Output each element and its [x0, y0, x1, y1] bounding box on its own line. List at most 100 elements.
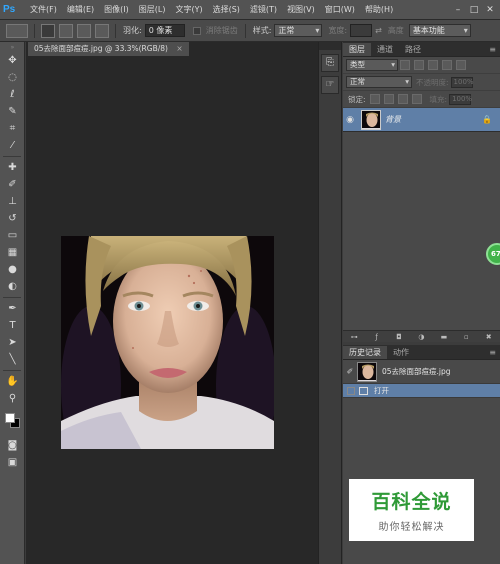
canvas-area[interactable] — [26, 56, 318, 564]
document-tab[interactable]: 05去除面部痘痘.jpg @ 33.3%(RGB/8) × — [28, 42, 189, 56]
menu-image[interactable]: 图像(I) — [99, 4, 134, 15]
delete-layer-icon[interactable]: ✖ — [485, 333, 493, 341]
menu-window[interactable]: 窗口(W) — [320, 4, 360, 15]
document-close-icon[interactable]: × — [176, 44, 182, 53]
minimize-button[interactable]: – — [451, 4, 465, 16]
filter-adjustment-icon[interactable] — [414, 60, 424, 70]
menu-help[interactable]: 帮助(H) — [360, 4, 398, 15]
lock-row: 锁定: 填充: 100% — [343, 91, 500, 108]
layer-thumbnail-image — [362, 110, 380, 129]
layer-style-icon[interactable]: ƒ — [373, 333, 381, 341]
lock-label: 锁定: — [348, 94, 366, 104]
new-selection-icon[interactable] — [41, 23, 55, 38]
divider — [115, 23, 116, 38]
width-input[interactable] — [350, 24, 373, 37]
add-mask-icon[interactable]: ◘ — [395, 333, 403, 341]
tool-preset-picker[interactable] — [6, 23, 28, 38]
lock-transparent-icon[interactable] — [369, 94, 380, 104]
zoom-tool-icon[interactable]: ⚲ — [0, 390, 25, 407]
color-swatches[interactable] — [0, 407, 25, 437]
fill-input[interactable]: 100% — [449, 93, 472, 105]
tab-actions[interactable]: 动作 — [387, 346, 415, 359]
menu-file[interactable]: 文件(F) — [25, 4, 62, 15]
filter-pixel-icon[interactable] — [400, 60, 410, 70]
visibility-eye-icon[interactable]: ◉ — [343, 115, 357, 125]
menu-layer[interactable]: 图层(L) — [134, 4, 171, 15]
workspace-select[interactable]: 基本功能 — [408, 24, 471, 37]
history-panel-icon[interactable]: ⎘ — [321, 54, 339, 72]
quick-mask-icon[interactable]: ◙ — [0, 437, 25, 454]
tab-channels[interactable]: 通道 — [371, 43, 399, 56]
layer-filter-select[interactable]: 类型 — [346, 59, 398, 71]
history-snapshot[interactable]: ✐ 05去除面部痘痘.jpg — [343, 360, 500, 384]
panel-menu-icon[interactable]: ≡ — [489, 346, 496, 359]
marquee-tool-icon[interactable]: ◌ — [0, 69, 25, 86]
lock-image-icon[interactable] — [383, 94, 394, 104]
menu-edit[interactable]: 编辑(E) — [62, 4, 99, 15]
tab-paths[interactable]: 路径 — [399, 43, 427, 56]
line-tool-icon[interactable]: ╲ — [0, 351, 25, 368]
opacity-label: 不透明度: — [416, 77, 449, 87]
actions-panel-icon[interactable]: ☞ — [321, 76, 339, 94]
maximize-button[interactable]: □ — [467, 4, 481, 16]
layers-panel-footer: ⊶ ƒ ◘ ◑ ▬ ▫ ✖ — [343, 330, 500, 342]
eyedropper-tool-icon[interactable]: ⁄ — [0, 137, 25, 154]
style-select[interactable]: 正常 — [274, 24, 323, 37]
path-selection-tool-icon[interactable]: ➤ — [0, 334, 25, 351]
menu-filter[interactable]: 滤镜(T) — [245, 4, 282, 15]
lock-all-icon[interactable] — [411, 94, 422, 104]
crop-tool-icon[interactable]: ⌗ — [0, 120, 25, 137]
tab-layers[interactable]: 图层 — [343, 43, 371, 56]
eraser-tool-icon[interactable]: ▭ — [0, 227, 25, 244]
adjustment-layer-icon[interactable]: ◑ — [417, 333, 425, 341]
history-state-checkbox[interactable] — [347, 386, 355, 395]
window-controls: – □ ✕ — [451, 4, 497, 16]
close-button[interactable]: ✕ — [483, 4, 497, 16]
filter-shape-icon[interactable] — [442, 60, 452, 70]
blend-mode-select[interactable]: 正常 — [346, 76, 412, 88]
pen-tool-icon[interactable]: ✒ — [0, 300, 25, 317]
divider — [244, 23, 246, 38]
blur-tool-icon[interactable]: ● — [0, 261, 25, 278]
screen-mode-icon[interactable]: ▣ — [0, 454, 25, 471]
toolbox-collapse-icon[interactable]: » — [0, 42, 25, 52]
history-state[interactable]: 打开 — [343, 384, 500, 398]
feather-input[interactable]: 0 像素 — [144, 24, 185, 37]
new-group-icon[interactable]: ▬ — [440, 333, 448, 341]
panel-menu-icon[interactable]: ≡ — [489, 43, 496, 56]
portrait-photo[interactable] — [61, 236, 274, 449]
spot-healing-brush-icon[interactable]: ✚ — [0, 159, 25, 176]
foreground-color-swatch[interactable] — [5, 413, 15, 423]
quick-selection-tool-icon[interactable]: ✎ — [0, 103, 25, 120]
history-brush-source-icon[interactable]: ✐ — [343, 367, 357, 376]
lasso-tool-icon[interactable]: ℓ — [0, 86, 25, 103]
add-to-selection-icon[interactable] — [59, 23, 73, 38]
dodge-tool-icon[interactable]: ◐ — [0, 278, 25, 295]
move-tool-icon[interactable]: ✥ — [0, 52, 25, 69]
intersect-selection-icon[interactable] — [95, 23, 109, 38]
type-tool-icon[interactable]: T — [0, 317, 25, 334]
swap-icon[interactable]: ⇄ — [375, 26, 382, 35]
layer-filter-row: 类型 — [343, 57, 500, 74]
opacity-input[interactable]: 100% — [450, 76, 474, 88]
link-layers-icon[interactable]: ⊶ — [350, 333, 358, 341]
gradient-tool-icon[interactable]: ▦ — [0, 244, 25, 261]
menu-select[interactable]: 选择(S) — [208, 4, 245, 15]
style-label: 样式: — [252, 26, 272, 35]
brush-tool-icon[interactable]: ✐ — [0, 176, 25, 193]
hand-tool-icon[interactable]: ✋ — [0, 373, 25, 390]
menu-type[interactable]: 文字(Y) — [170, 4, 207, 15]
lock-position-icon[interactable] — [397, 94, 408, 104]
layer-name[interactable]: 背景 — [385, 114, 401, 125]
clone-stamp-tool-icon[interactable]: ⊥ — [0, 193, 25, 210]
filter-type-icon[interactable] — [428, 60, 438, 70]
subtract-from-selection-icon[interactable] — [77, 23, 91, 38]
tab-history[interactable]: 历史记录 — [343, 346, 387, 359]
divider — [3, 370, 21, 371]
layer-row-background[interactable]: ◉ 背景 🔒 — [343, 108, 500, 132]
filter-smart-object-icon[interactable] — [456, 60, 466, 70]
antialias-checkbox[interactable] — [192, 26, 201, 35]
history-brush-tool-icon[interactable]: ↺ — [0, 210, 25, 227]
menu-view[interactable]: 视图(V) — [282, 4, 320, 15]
new-layer-icon[interactable]: ▫ — [462, 333, 470, 341]
